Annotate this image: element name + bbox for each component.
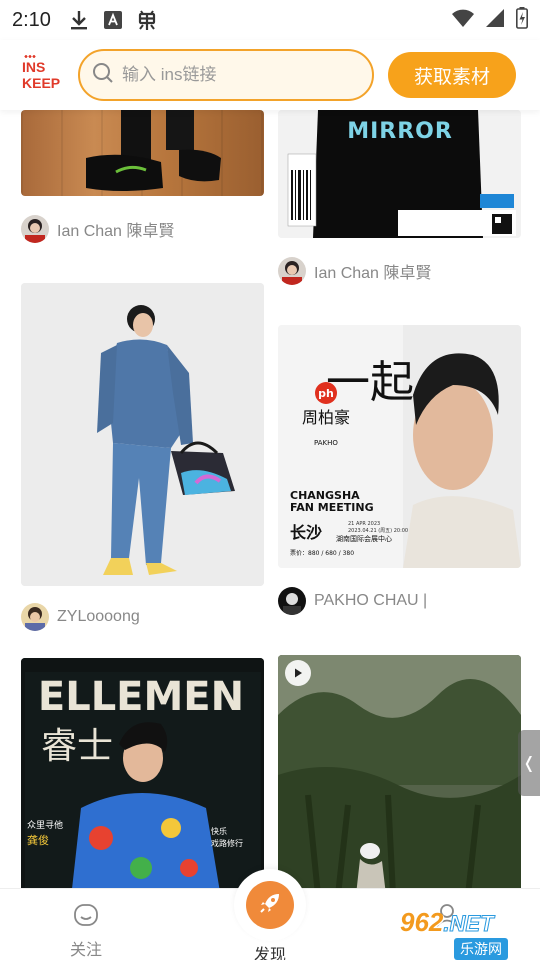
search-box[interactable] <box>78 49 374 101</box>
avatar[interactable] <box>278 587 306 615</box>
svg-text:湖南国际会展中心: 湖南国际会展中心 <box>336 534 392 543</box>
bug-icon <box>137 10 157 30</box>
status-bar: 2:10 <box>0 0 540 40</box>
watermark-number: 962 <box>400 907 444 937</box>
play-icon[interactable] <box>285 660 311 686</box>
home-icon <box>73 903 99 932</box>
avatar[interactable] <box>278 257 306 285</box>
post-image[interactable] <box>21 283 264 586</box>
post-image[interactable]: MIRROR <box>278 110 521 238</box>
svg-text:票价：880 / 680 / 380: 票价：880 / 680 / 380 <box>290 550 354 557</box>
search-input[interactable] <box>122 65 342 85</box>
post-author[interactable]: Ian Chan 陳卓賢 <box>278 256 431 286</box>
fetch-material-button[interactable]: 获取素材 <box>388 52 516 98</box>
app-header: INS KEEP 获取素材 <box>0 40 540 110</box>
tab-follow[interactable]: 关注 <box>70 903 102 960</box>
author-name: Ian Chan 陳卓賢 <box>57 223 175 240</box>
svg-text:周柏豪: 周柏豪 <box>302 408 350 427</box>
battery-charging-icon <box>516 6 528 34</box>
tab-discover-label: 发现 <box>253 947 286 960</box>
wifi-icon <box>452 9 474 32</box>
post-author[interactable]: ZYLoooong <box>21 602 140 632</box>
svg-text:PAKHO: PAKHO <box>314 439 338 447</box>
download-icon <box>69 10 89 30</box>
tab-follow-label: 关注 <box>70 942 103 959</box>
post-author[interactable]: PAKHO CHAU | <box>278 586 427 616</box>
svg-text:2023.04.21 (周五) 20:00: 2023.04.21 (周五) 20:00 <box>348 528 408 534</box>
watermark-net: .NET <box>443 911 494 937</box>
svg-text:睿士: 睿士 <box>41 726 113 767</box>
author-name: ZYLoooong <box>57 608 140 625</box>
rocket-icon <box>257 890 283 921</box>
site-watermark: 962.NET 乐游网 <box>400 907 536 960</box>
svg-text:一起: 一起 <box>326 357 414 408</box>
svg-text:21 APR 2023: 21 APR 2023 <box>348 521 380 527</box>
post-author[interactable]: Ian Chan 陳卓賢 <box>21 214 174 244</box>
avatar[interactable] <box>21 603 49 631</box>
avatar[interactable] <box>21 215 49 243</box>
app-logo: INS KEEP <box>22 52 68 98</box>
post-image[interactable]: ELLEMEN 睿士 众里寻他 龚俊 快乐 戏路修行 <box>21 658 264 888</box>
svg-text:戏路修行: 戏路修行 <box>211 838 243 848</box>
post-image[interactable] <box>21 110 264 196</box>
status-time: 2:10 <box>12 8 51 31</box>
side-drawer-handle[interactable]: ❬ <box>518 730 540 796</box>
svg-text:长沙: 长沙 <box>290 523 322 542</box>
logo-line1: INS <box>22 59 46 75</box>
svg-text:众里寻他: 众里寻他 <box>27 819 63 831</box>
logo-line2: KEEP <box>22 75 61 91</box>
post-image[interactable]: ph 周柏豪 PAKHO 一起 CHANGSHA FAN MEETING 21 … <box>278 325 521 568</box>
svg-text:快乐: 快乐 <box>211 826 227 836</box>
svg-text:龚俊: 龚俊 <box>27 833 49 847</box>
svg-text:ELLEMEN: ELLEMEN <box>38 674 244 720</box>
signal-icon <box>486 8 504 32</box>
chevron-left-icon: ❬ <box>522 755 536 772</box>
post-video[interactable] <box>278 655 521 888</box>
discover-feed[interactable]: MIRROR Ian Chan 陳卓賢 Ian Chan 陳卓賢 ph 周柏豪 … <box>0 110 540 888</box>
author-name: Ian Chan 陳卓賢 <box>314 265 432 282</box>
search-icon <box>92 62 114 89</box>
discover-button[interactable] <box>234 869 306 941</box>
author-name: PAKHO CHAU | <box>314 592 428 609</box>
font-icon <box>103 10 123 30</box>
svg-text:MIRROR: MIRROR <box>347 119 453 144</box>
tab-discover[interactable]: 发现 <box>234 869 306 960</box>
watermark-site-name: 乐游网 <box>454 938 508 960</box>
svg-text:FAN MEETING: FAN MEETING <box>290 501 374 514</box>
